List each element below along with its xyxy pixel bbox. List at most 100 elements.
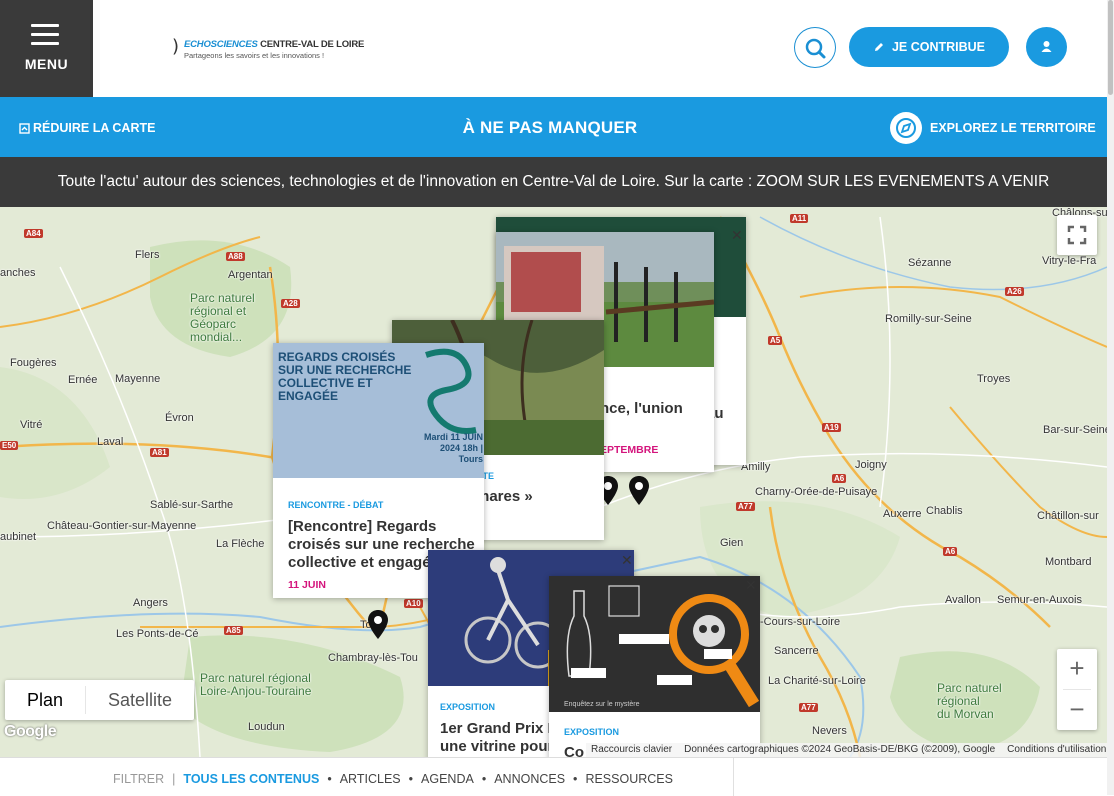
user-account-button[interactable] bbox=[1026, 27, 1067, 67]
keyboard-shortcuts-link[interactable]: Raccourcis clavier bbox=[591, 743, 672, 757]
map-label: -Cours-sur-Loire bbox=[760, 616, 841, 628]
map-label: Les Ponts-de-Cé bbox=[116, 628, 199, 640]
map-label: Évron bbox=[165, 412, 194, 424]
featured-bar: RÉDUIRE LA CARTE À NE PAS MANQUER EXPLOR… bbox=[0, 97, 1107, 157]
road-sign: A85 bbox=[224, 626, 243, 635]
map[interactable]: Flers Argentan anches Fougères Ernée May… bbox=[0, 207, 1107, 757]
road-sign: A10 bbox=[404, 599, 423, 608]
map-label: Fougères bbox=[10, 357, 57, 369]
map-type-control: Plan Satellite bbox=[5, 680, 195, 720]
event-card-date: 11 JUIN bbox=[288, 579, 326, 591]
map-label: La Charité-sur-Loire bbox=[768, 675, 866, 687]
park-label: Parc naturel régional et Géoparc mondial… bbox=[190, 291, 255, 344]
event-image-caption: Enquêtez sur le mystère bbox=[564, 701, 640, 708]
map-type-plan-button[interactable]: Plan bbox=[5, 680, 85, 720]
explore-territory-button[interactable]: EXPLOREZ LE TERRITOIRE bbox=[890, 112, 1096, 144]
close-icon[interactable]: ✕ bbox=[745, 579, 757, 593]
filter-articles[interactable]: ARTICLES bbox=[340, 772, 401, 786]
park-label: Parc naturel régional du Morvan bbox=[937, 681, 1002, 721]
event-image-title: REGARDS CROISÉS SUR UNE RECHERCHE COLLEC… bbox=[278, 350, 412, 403]
search-icon bbox=[805, 38, 826, 59]
event-card-image bbox=[549, 576, 760, 712]
page-scrollbar[interactable] bbox=[1107, 0, 1114, 795]
road-sign: A6 bbox=[832, 474, 847, 483]
event-card-category: EXPOSITION bbox=[440, 702, 496, 712]
road-sign: A11 bbox=[790, 214, 809, 223]
filter-ressources[interactable]: RESSOURCES bbox=[585, 772, 673, 786]
filter-divider: | bbox=[172, 772, 176, 786]
user-icon bbox=[1041, 41, 1052, 52]
zoom-control: + − bbox=[1057, 649, 1097, 730]
road-sign: A84 bbox=[24, 229, 43, 238]
menu-button[interactable]: MENU bbox=[0, 0, 93, 97]
filter-agenda[interactable]: AGENDA bbox=[421, 772, 474, 786]
close-icon[interactable]: ✕ bbox=[731, 229, 743, 243]
filter-annonces[interactable]: ANNONCES bbox=[494, 772, 565, 786]
map-label: Auxerre bbox=[883, 508, 922, 520]
road-sign: A81 bbox=[150, 448, 169, 457]
filter-label: FILTRER bbox=[113, 772, 165, 786]
map-attribution: Raccourcis clavier Données cartographiqu… bbox=[586, 743, 1107, 757]
site-logo[interactable]: ) ECHOSCIENCES CENTRE-VAL DE LOIRE Parta… bbox=[172, 36, 372, 64]
park-label: Parc naturel régional Loire-Anjou-Tourai… bbox=[200, 671, 312, 698]
logo-tagline: Partageons les savoirs et les innovation… bbox=[184, 51, 325, 60]
zoom-out-button[interactable]: − bbox=[1057, 690, 1097, 730]
road-sign: E50 bbox=[0, 441, 19, 450]
filter-bar: FILTRER | TOUS LES CONTENUS • ARTICLES •… bbox=[0, 757, 1107, 796]
map-label: anches bbox=[0, 267, 36, 279]
close-icon[interactable]: ✕ bbox=[621, 554, 633, 568]
fullscreen-button[interactable] bbox=[1057, 215, 1097, 255]
map-label: aubinet bbox=[0, 531, 37, 543]
event-card-category: EXPOSITION bbox=[564, 727, 620, 737]
map-marker-icon[interactable] bbox=[628, 475, 650, 507]
map-label: Vitry-le-Fra bbox=[1042, 255, 1097, 267]
search-button[interactable] bbox=[794, 27, 836, 68]
road-sign: A28 bbox=[281, 299, 300, 308]
intro-text: Toute l'actu' autour des sciences, techn… bbox=[0, 157, 1107, 207]
terms-link[interactable]: Conditions d'utilisation bbox=[1007, 743, 1106, 757]
event-card-image: REGARDS CROISÉS SUR UNE RECHERCHE COLLEC… bbox=[273, 343, 484, 478]
filter-dot: • bbox=[481, 772, 487, 786]
road-sign: A77 bbox=[736, 502, 755, 511]
decorative-wave-icon bbox=[425, 348, 477, 434]
road-sign: A88 bbox=[226, 252, 245, 261]
map-label: Flers bbox=[135, 249, 160, 261]
logo-mark-icon: ) bbox=[172, 36, 180, 57]
map-label: Gien bbox=[720, 537, 744, 549]
logo-name: ECHOSCIENCES CENTRE-VAL DE LOIRE bbox=[184, 39, 365, 50]
map-label: Sancerre bbox=[774, 645, 819, 657]
event-card-date: EPTEMBRE bbox=[600, 444, 659, 456]
menu-label: MENU bbox=[24, 56, 69, 72]
map-label: Chablis bbox=[926, 505, 963, 517]
map-label: Loudun bbox=[248, 721, 285, 733]
map-label: Romilly-sur-Seine bbox=[885, 313, 972, 325]
event-card-title: mares » bbox=[476, 488, 533, 505]
zoom-in-button[interactable]: + bbox=[1057, 649, 1097, 689]
map-label: Angers bbox=[133, 597, 168, 609]
map-label: Vitré bbox=[20, 419, 43, 431]
contribute-label: JE CONTRIBUE bbox=[891, 40, 986, 54]
explore-label: EXPLOREZ LE TERRITOIRE bbox=[930, 121, 1096, 135]
map-label: Mayenne bbox=[115, 373, 161, 385]
fullscreen-icon bbox=[1067, 225, 1087, 245]
map-label: La Flèche bbox=[216, 538, 265, 550]
event-card-title: nce, l'union bbox=[600, 400, 683, 417]
map-label: Montbard bbox=[1045, 556, 1092, 568]
map-label: Laval bbox=[97, 436, 124, 448]
map-marker-icon[interactable] bbox=[367, 609, 389, 641]
filter-dot: • bbox=[573, 772, 578, 786]
map-label: Troyes bbox=[977, 373, 1011, 385]
filter-dot: • bbox=[408, 772, 414, 786]
map-label: Ernée bbox=[68, 374, 98, 386]
filter-list: FILTRER | TOUS LES CONTENUS • ARTICLES •… bbox=[113, 772, 673, 786]
map-type-satellite-button[interactable]: Satellite bbox=[86, 680, 194, 720]
scrollbar-thumb[interactable] bbox=[1108, 0, 1113, 95]
event-card-category: RENCONTRE - DÉBAT bbox=[288, 500, 384, 510]
event-card-title: Co bbox=[564, 744, 584, 757]
map-label: Charny-Orée-de-Puisaye bbox=[755, 486, 878, 498]
event-card[interactable]: Enquêtez sur le mystère EXPOSITION Co bbox=[549, 576, 760, 757]
road-sign: A77 bbox=[799, 703, 818, 712]
filter-all-contents[interactable]: TOUS LES CONTENUS bbox=[183, 772, 319, 786]
compass-icon bbox=[890, 112, 922, 144]
contribute-button[interactable]: JE CONTRIBUE bbox=[849, 27, 1009, 67]
